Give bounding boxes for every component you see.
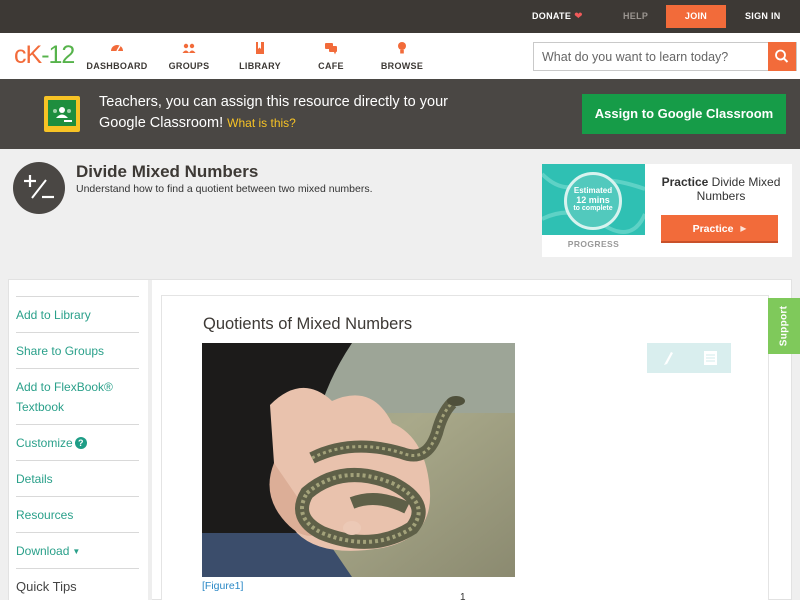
heart-icon: ❤: [574, 11, 583, 22]
sidebar-item-resources[interactable]: Resources: [16, 496, 139, 532]
to-complete-label: to complete: [573, 205, 613, 212]
practice-button[interactable]: Practice ▸: [661, 215, 778, 243]
nav-browse-label: BROWSE: [380, 61, 424, 71]
search-box: [533, 42, 797, 71]
sidebar-item-details[interactable]: Details: [16, 460, 139, 496]
browse-icon: [398, 42, 406, 54]
notes-icon[interactable]: [689, 343, 731, 373]
dashboard-icon: [111, 45, 123, 52]
assign-to-classroom-button[interactable]: Assign to Google Classroom: [582, 94, 786, 134]
cafe-icon: [325, 43, 337, 55]
logo-dash: -: [41, 41, 49, 69]
practice-title: Practice Divide Mixed Numbers: [650, 175, 792, 203]
nav-dashboard-label: DASHBOARD: [86, 61, 148, 71]
practice-card: Estimated 12 mins to complete PROGRESS P…: [542, 164, 792, 257]
help-link[interactable]: HELP: [623, 0, 648, 33]
groups-icon: [182, 43, 196, 53]
support-tab[interactable]: Support: [768, 298, 800, 354]
practice-title-rest: Divide Mixed Numbers: [696, 175, 781, 203]
nav-cafe-label: CAFE: [318, 61, 344, 71]
nav-browse[interactable]: BROWSE: [367, 41, 437, 71]
banner-message: Teachers, you can assign this resource d…: [99, 92, 459, 134]
content-title: Quotients of Mixed Numbers: [203, 315, 413, 333]
sidebar: Add to Library Share to Groups Add to Fl…: [9, 280, 152, 600]
snake-in-hand-image: [202, 343, 515, 577]
support-label: Support: [778, 305, 790, 347]
concept-subtitle: Understand how to find a quotient betwee…: [76, 183, 373, 195]
estimate-circle: Estimated 12 mins to complete: [564, 172, 622, 230]
donate-label: DONATE: [532, 11, 572, 21]
logo-12: 12: [48, 41, 76, 69]
chevron-right-icon: ▸: [740, 221, 747, 235]
sign-in-link[interactable]: SIGN IN: [745, 0, 781, 33]
nav-groups-label: GROUPS: [168, 61, 210, 71]
nav-dashboard[interactable]: DASHBOARD: [82, 41, 152, 71]
google-classroom-icon: [44, 96, 80, 132]
download-label: Download: [16, 544, 70, 558]
search-button[interactable]: [768, 42, 796, 71]
ck12-logo[interactable]: cK-12: [14, 41, 76, 69]
donate-link[interactable]: DONATE ❤: [532, 0, 583, 33]
estimated-mins: 12 mins: [576, 195, 610, 205]
content-panel: Quotients of Mixed Numbers [Figure1] 1: [161, 295, 769, 600]
content-tools: [647, 343, 731, 373]
practice-button-label: Practice: [692, 223, 734, 235]
logo-ck: cK: [14, 41, 42, 69]
nav-cafe[interactable]: CAFE: [296, 41, 366, 71]
main-nav: cK-12 DASHBOARD GROUPS LIBRARY CAFE BROW…: [0, 33, 800, 79]
plus-minus-icon: [13, 162, 65, 214]
sidebar-item-add-to-flexbook[interactable]: Add to FlexBook® Textbook: [16, 368, 139, 424]
sidebar-item-customize[interactable]: Customize?: [16, 424, 139, 460]
main-section: Add to Library Share to Groups Add to Fl…: [8, 279, 792, 600]
help-badge-icon[interactable]: ?: [74, 437, 87, 449]
progress-label: PROGRESS: [567, 239, 620, 249]
nav-library-label: LIBRARY: [239, 61, 281, 71]
concept-title: Divide Mixed Numbers: [76, 162, 259, 181]
concept-header: Divide Mixed Numbers Understand how to f…: [0, 149, 800, 279]
top-bar: DONATE ❤ HELP JOIN SIGN IN: [0, 0, 800, 33]
figure-caption-link[interactable]: [Figure1]: [202, 580, 243, 592]
sidebar-item-add-to-library[interactable]: Add to Library: [16, 296, 139, 332]
customize-label: Customize: [16, 436, 73, 450]
edit-pencil-icon[interactable]: [647, 343, 689, 373]
estimated-label: Estimated: [573, 186, 613, 195]
what-is-this-link[interactable]: What is this?: [227, 116, 296, 130]
sidebar-item-download[interactable]: Download ▼: [16, 532, 139, 568]
classroom-banner: Teachers, you can assign this resource d…: [0, 79, 800, 149]
nav-library[interactable]: LIBRARY: [225, 41, 295, 71]
quick-tips-heading: Quick Tips: [16, 568, 139, 600]
library-icon: [256, 42, 264, 54]
figure-number: 1: [460, 592, 466, 600]
join-button[interactable]: JOIN: [666, 5, 726, 28]
sidebar-item-share-to-groups[interactable]: Share to Groups: [16, 332, 139, 368]
practice-title-bold: Practice: [661, 175, 709, 189]
caret-down-icon: ▼: [72, 547, 81, 556]
practice-thumbnail: Estimated 12 mins to complete: [542, 164, 645, 235]
search-input[interactable]: [534, 43, 770, 70]
nav-groups[interactable]: GROUPS: [154, 41, 224, 71]
search-icon: [775, 49, 789, 63]
